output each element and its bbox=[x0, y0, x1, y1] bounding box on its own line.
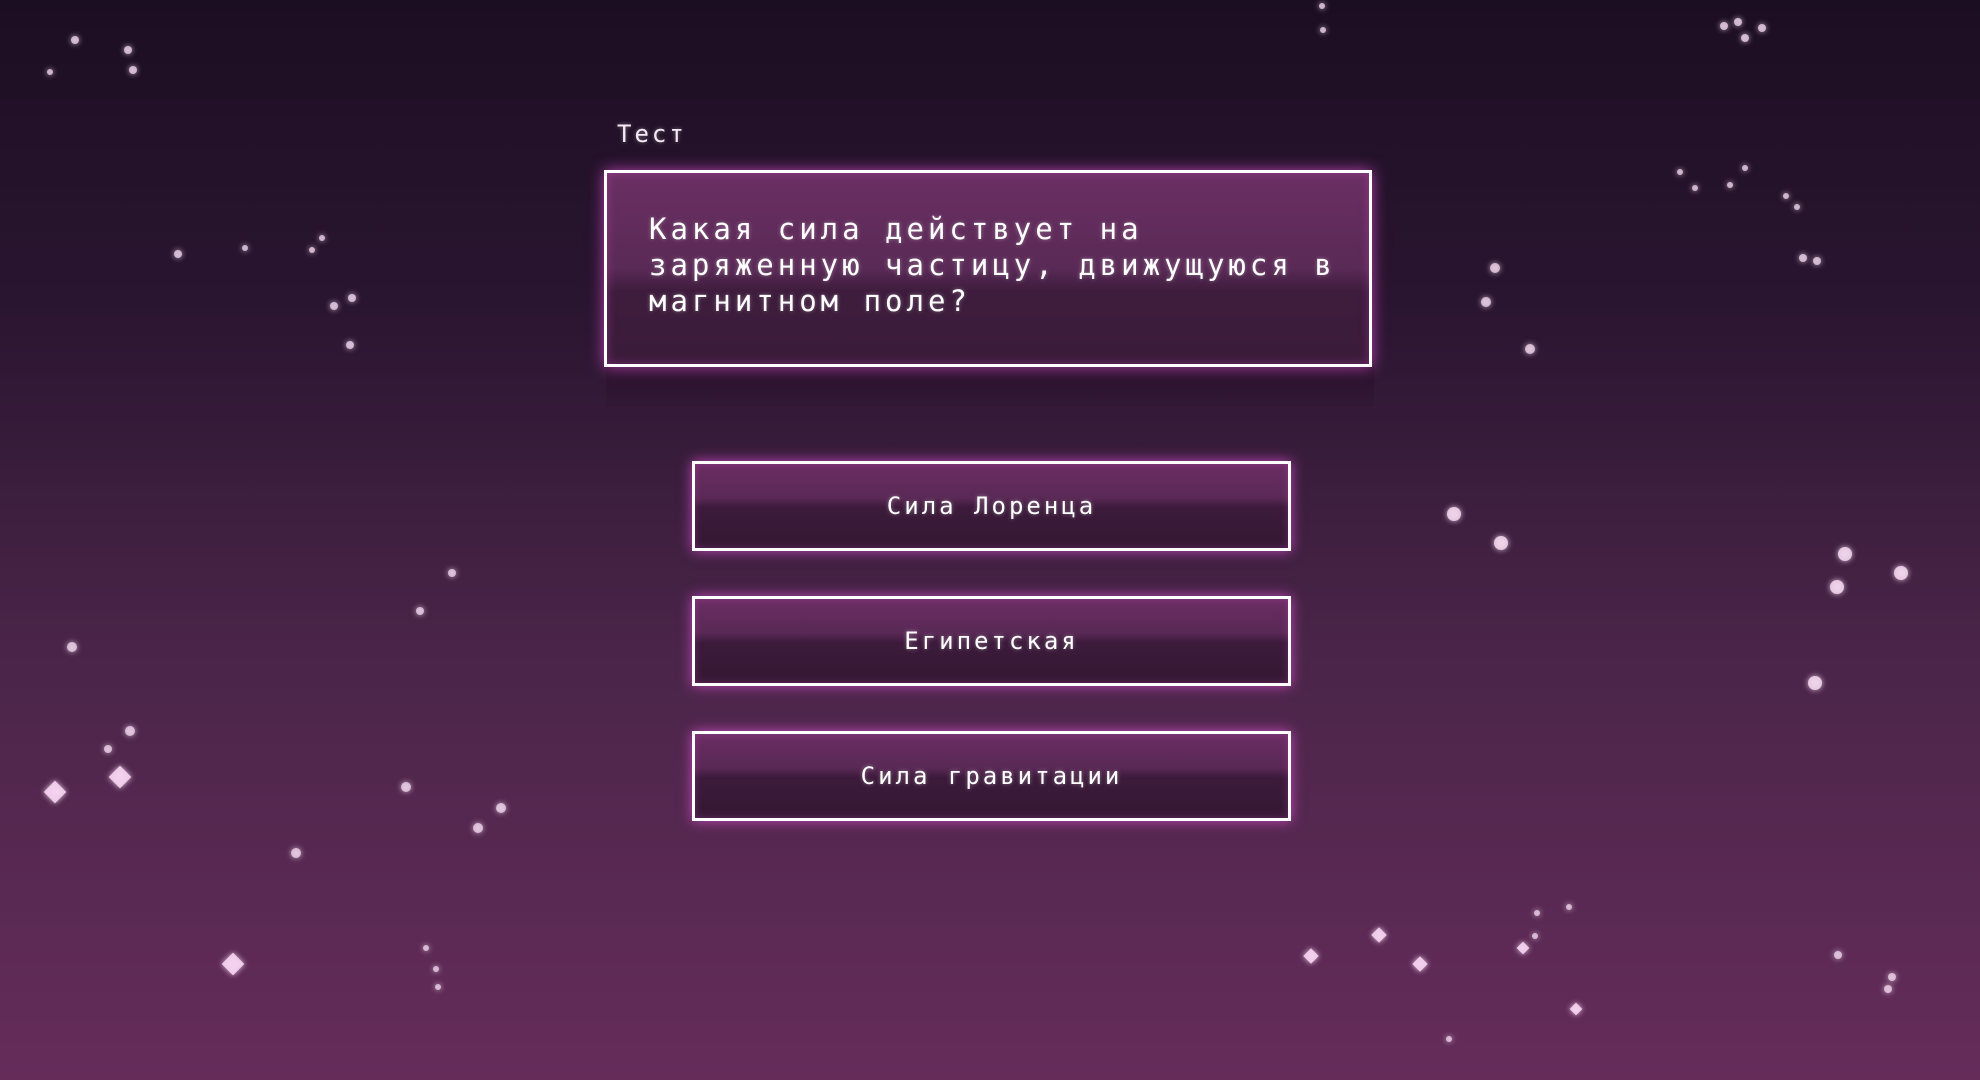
sparkle-dot bbox=[124, 46, 132, 54]
sparkle-dot bbox=[423, 945, 429, 951]
answer-button-2[interactable]: Египетская bbox=[692, 596, 1291, 686]
sparkle-dot bbox=[346, 341, 354, 349]
sparkle-dot bbox=[1838, 547, 1852, 561]
sparkle-dot bbox=[1446, 1036, 1452, 1042]
sparkle-dot bbox=[174, 250, 182, 258]
sparkle-dot bbox=[1494, 536, 1508, 550]
sparkle-dot bbox=[433, 966, 439, 972]
answer-label: Сила гравитации bbox=[860, 762, 1123, 790]
sparkle-dot bbox=[330, 302, 338, 310]
sparkle-diamond bbox=[1303, 948, 1319, 964]
answer-label: Сила Лоренца bbox=[886, 492, 1097, 520]
sparkle-dot bbox=[1320, 27, 1326, 33]
sparkle-dot bbox=[1794, 204, 1800, 210]
sparkle-dot bbox=[1830, 580, 1844, 594]
sparkle-dot bbox=[47, 69, 53, 75]
answer-label: Египетская bbox=[904, 627, 1079, 655]
sparkle-dot bbox=[125, 726, 135, 736]
sparkle-dot bbox=[348, 294, 356, 302]
sparkle-dot bbox=[1888, 973, 1896, 981]
sparkle-diamond bbox=[1412, 956, 1428, 972]
sparkle-dot bbox=[1490, 263, 1500, 273]
sparkle-dot bbox=[416, 607, 424, 615]
sparkle-dot bbox=[1884, 985, 1892, 993]
sparkle-dot bbox=[435, 984, 441, 990]
sparkle-dot bbox=[1741, 34, 1749, 42]
sparkle-dot bbox=[1525, 344, 1535, 354]
answer-button-3[interactable]: Сила гравитации bbox=[692, 731, 1291, 821]
sparkle-dot bbox=[1894, 566, 1908, 580]
sparkle-dot bbox=[1566, 904, 1572, 910]
sparkle-dot bbox=[67, 642, 77, 652]
sparkle-dot bbox=[1808, 676, 1822, 690]
sparkle-dot bbox=[1481, 297, 1491, 307]
sparkle-dot bbox=[242, 245, 248, 251]
sparkle-diamond bbox=[1371, 927, 1387, 943]
sparkle-diamond bbox=[108, 765, 132, 789]
sparkle-dot bbox=[1834, 951, 1842, 959]
sparkle-dot bbox=[1783, 193, 1789, 199]
sparkle-dot bbox=[1727, 182, 1733, 188]
quiz-title: Тест bbox=[617, 120, 687, 148]
sparkle-dot bbox=[1534, 910, 1540, 916]
sparkle-dot bbox=[104, 745, 112, 753]
sparkle-diamond bbox=[1516, 941, 1530, 955]
sparkle-dot bbox=[1447, 507, 1461, 521]
sparkle-dot bbox=[1799, 254, 1807, 262]
sparkle-dot bbox=[1813, 257, 1821, 265]
answer-button-1[interactable]: Сила Лоренца bbox=[692, 461, 1291, 551]
sparkle-dot bbox=[1677, 169, 1683, 175]
sparkle-dot bbox=[1734, 18, 1742, 26]
sparkle-dot bbox=[71, 36, 79, 44]
sparkle-dot bbox=[496, 803, 506, 813]
question-panel: Какая сила действует на заряженную части… bbox=[604, 170, 1372, 367]
sparkle-diamond bbox=[1569, 1002, 1583, 1016]
sparkle-dot bbox=[1720, 22, 1728, 30]
sparkle-dot bbox=[309, 247, 315, 253]
sparkle-dot bbox=[448, 569, 456, 577]
sparkle-dot bbox=[1742, 165, 1748, 171]
sparkle-dot bbox=[401, 782, 411, 792]
sparkle-dot bbox=[291, 848, 301, 858]
sparkle-dot bbox=[319, 235, 325, 241]
question-panel-shadow bbox=[606, 367, 1374, 407]
sparkle-dot bbox=[129, 66, 137, 74]
sparkle-dot bbox=[1692, 185, 1698, 191]
sparkle-diamond bbox=[43, 780, 67, 804]
sparkle-dot bbox=[473, 823, 483, 833]
sparkle-dot bbox=[1758, 24, 1766, 32]
sparkle-dot bbox=[1319, 3, 1325, 9]
sparkle-diamond bbox=[221, 952, 245, 976]
sparkle-dot bbox=[1532, 933, 1538, 939]
question-text: Какая сила действует на заряженную части… bbox=[649, 212, 1358, 318]
